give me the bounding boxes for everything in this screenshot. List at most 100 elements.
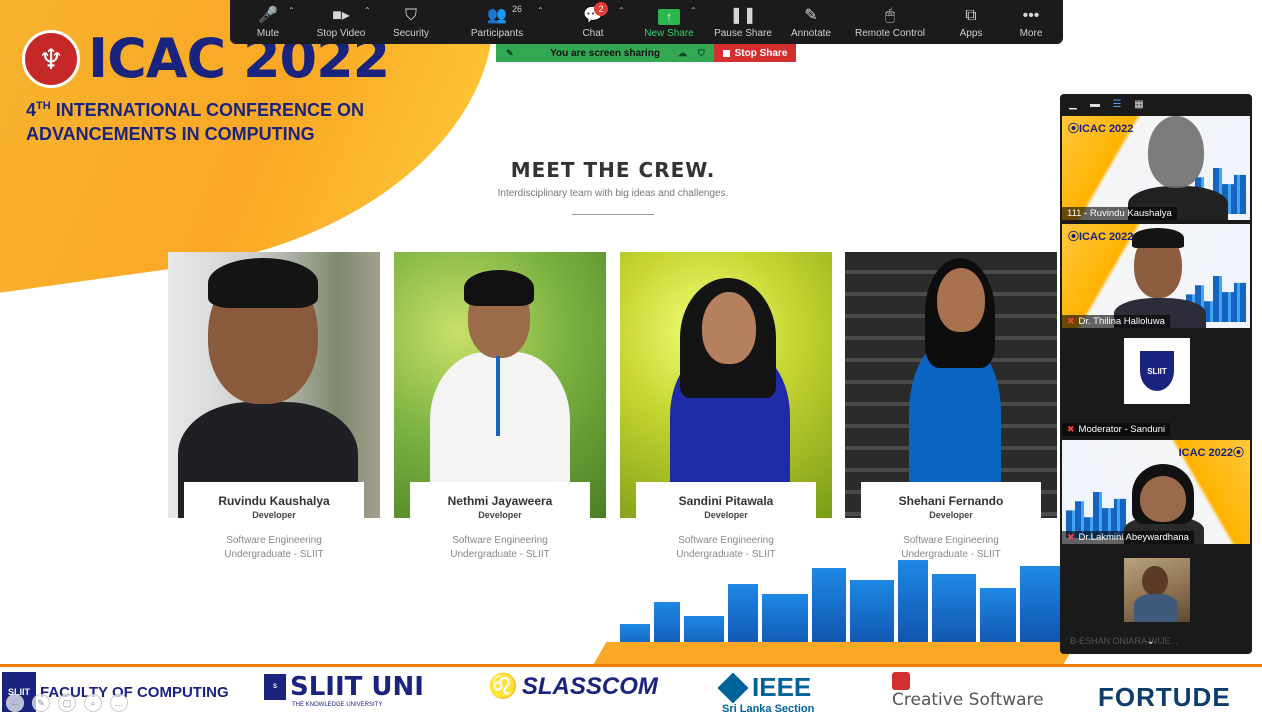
speaker-view-icon[interactable]: ▬ [1088,99,1102,111]
slide-floating-tools: ← ✎ ▢ ⌕ … [6,694,128,712]
stop-video-label: Stop Video [316,28,366,39]
mic-muted-icon: ✖ [1067,424,1075,434]
mic-muted-icon: ✖ [1067,316,1075,326]
section-subtitle: Interdisciplinary team with big ideas an… [497,188,729,199]
minimize-icon[interactable]: ▁ [1066,99,1080,111]
annotate-label: Annotate [790,28,832,39]
crew-name: Nethmi Jayaweera [447,494,553,508]
participant-name: 111 - Ruvindu Kaushalya [1067,208,1172,219]
cloud-icon: ☁ [678,47,687,58]
pencil-icon: ✎ [804,7,818,24]
fortude-label: FORTUDE [1098,682,1231,712]
crew-nameplate: Ruvindu Kaushalya Developer [184,482,364,534]
mute-label: Mute [256,28,280,39]
lion-icon: ♌ [488,673,518,700]
annotate-button[interactable]: ✎ Annotate [776,4,846,44]
crew-role: Developer [252,510,296,520]
participant-video-tile[interactable] [1062,548,1250,634]
pause-icon: ❚❚ [729,7,757,24]
shield-icon: ⛉ [404,7,417,24]
participant-name: B-ESHAN ONIARA WIJE... [1070,636,1179,646]
slides-icon[interactable]: ▢ [58,694,76,712]
crew-photo [394,252,606,518]
chevron-down-icon[interactable]: ⌃ [364,6,371,15]
crew-nameplate: Nethmi Jayaweera Developer [410,482,590,534]
chevron-down-icon[interactable]: ⌃ [618,6,625,15]
back-arrow-icon[interactable]: ← [6,694,24,712]
crew-nameplate: Shehani Fernando Developer [861,482,1041,534]
shield-icon: ⛉ [698,47,705,58]
crew-card: Ruvindu Kaushalya Developer Software Eng… [168,252,380,560]
participant-name-tag: ✖ Dr. Thilina Halloluwa [1062,315,1170,328]
mic-muted-icon: ✖ [1067,532,1075,542]
sliit-tagline: THE KNOWLEDGE UNIVERSITY [292,702,383,708]
crew-description: Software Engineering Undergraduate - SLI… [394,534,606,562]
crew-name: Shehani Fernando [898,494,1004,508]
crew-desc-line2: Undergraduate - SLIIT [224,549,324,560]
crew-card: Nethmi Jayaweera Developer Software Engi… [394,252,606,560]
more-label: More [1019,28,1043,39]
crew-desc-line1: Software Engineering [226,535,322,546]
participant-video-tile[interactable]: SLIIT ✖ Moderator - Sanduni [1062,332,1250,436]
crew-role: Developer [704,510,748,520]
participants-count: 26 [512,4,523,14]
ieee-label: IEEE [752,672,812,702]
conference-ordinal: 4 [26,100,37,120]
chat-label: Chat [582,28,604,39]
crew-description: Software Engineering Undergraduate - SLI… [168,534,380,562]
security-button[interactable]: ⛉ Security [376,4,446,44]
mini-icac-logo: ⦿ICAC 2022 [1068,123,1134,135]
screen: ♆ ICAC 2022 4TH INTERNATIONAL CONFERENCE… [0,0,1262,720]
participants-label: Participants [470,28,524,39]
crew-nameplate: Sandini Pitawala Developer [636,482,816,534]
crew-card: Shehani Fernando Developer Software Engi… [845,252,1057,560]
pin-icon: ✎ [506,47,514,58]
screen-sharing-banner[interactable]: ✎ You are screen sharing ☁ ⛉ [496,44,714,62]
creative-software-icon [892,672,910,690]
ieee-diamond-icon [717,671,749,704]
participant-video-tile[interactable]: ⦿ICAC 2022 ✖ Dr. Thilina Halloluwa [1062,224,1250,328]
crew-desc-line1: Software Engineering [452,535,548,546]
chevron-down-icon[interactable]: ⌃ [288,6,295,15]
remote-control-label: Remote Control [854,28,926,39]
conference-line2: ADVANCEMENTS IN COMPUTING [26,124,315,144]
crew-photo [620,252,832,518]
sliit-shield-icon: S [264,674,286,700]
sliit-avatar: SLIIT [1124,338,1190,404]
chevron-down-icon[interactable]: ⌄ [1146,634,1155,647]
more-button[interactable]: ••• More [996,4,1066,44]
slasscom-logo: ♌ SLASSCOM [488,672,658,701]
crew-desc-line1: Software Engineering [903,535,999,546]
participant-name-tag: ✖ Moderator - Sanduni [1062,423,1171,436]
pen-icon[interactable]: ✎ [32,694,50,712]
gallery-grid-icon[interactable]: ▦ [1132,99,1146,111]
crew-photo [168,252,380,518]
pause-share-label: Pause Share [714,28,772,39]
gallery-controls: ▁ ▬ ☰ ▦ [1060,94,1252,116]
sliit-uni-logo: S SLIIT UNI THE KNOWLEDGE UNIVERSITY [264,672,424,708]
fortude-logo: FORTUDE [1098,682,1231,713]
sliit-shield-icon: SLIIT [1140,351,1174,391]
crew-name: Ruvindu Kaushalya [218,494,330,508]
participant-video-tile[interactable]: ⦿ICAC 2022 111 - Ruvindu Kaushalya [1062,116,1250,220]
participant-avatar [1124,558,1190,622]
ellipsis-icon: ••• [1022,7,1040,24]
stop-square-icon [722,49,730,57]
orange-band-decoration [593,642,1077,664]
stop-share-button[interactable]: Stop Share [714,44,796,62]
conference-line1: INTERNATIONAL CONFERENCE ON [50,100,365,120]
pause-share-button[interactable]: ❚❚ Pause Share [708,4,778,44]
participant-name-tag: 111 - Ruvindu Kaushalya [1062,207,1177,220]
chevron-down-icon[interactable]: ⌃ [537,6,544,15]
remote-control-button[interactable]: 🖱 Remote Control [848,4,932,44]
more-icon[interactable]: … [110,694,128,712]
strip-view-icon[interactable]: ☰ [1110,99,1124,111]
mini-icac-logo: ICAC 2022⦿ [1178,447,1244,459]
title-divider [572,214,654,215]
chevron-down-icon[interactable]: ⌃ [690,6,697,15]
slasscom-label: SLASSCOM [521,672,658,700]
crew-card: Sandini Pitawala Developer Software Engi… [620,252,832,560]
zoom-icon[interactable]: ⌕ [84,694,102,712]
crew-description: Software Engineering Undergraduate - SLI… [620,534,832,562]
participant-video-tile[interactable]: ICAC 2022⦿ ✖ Dr.Lakmini Abeywardhana [1062,440,1250,544]
